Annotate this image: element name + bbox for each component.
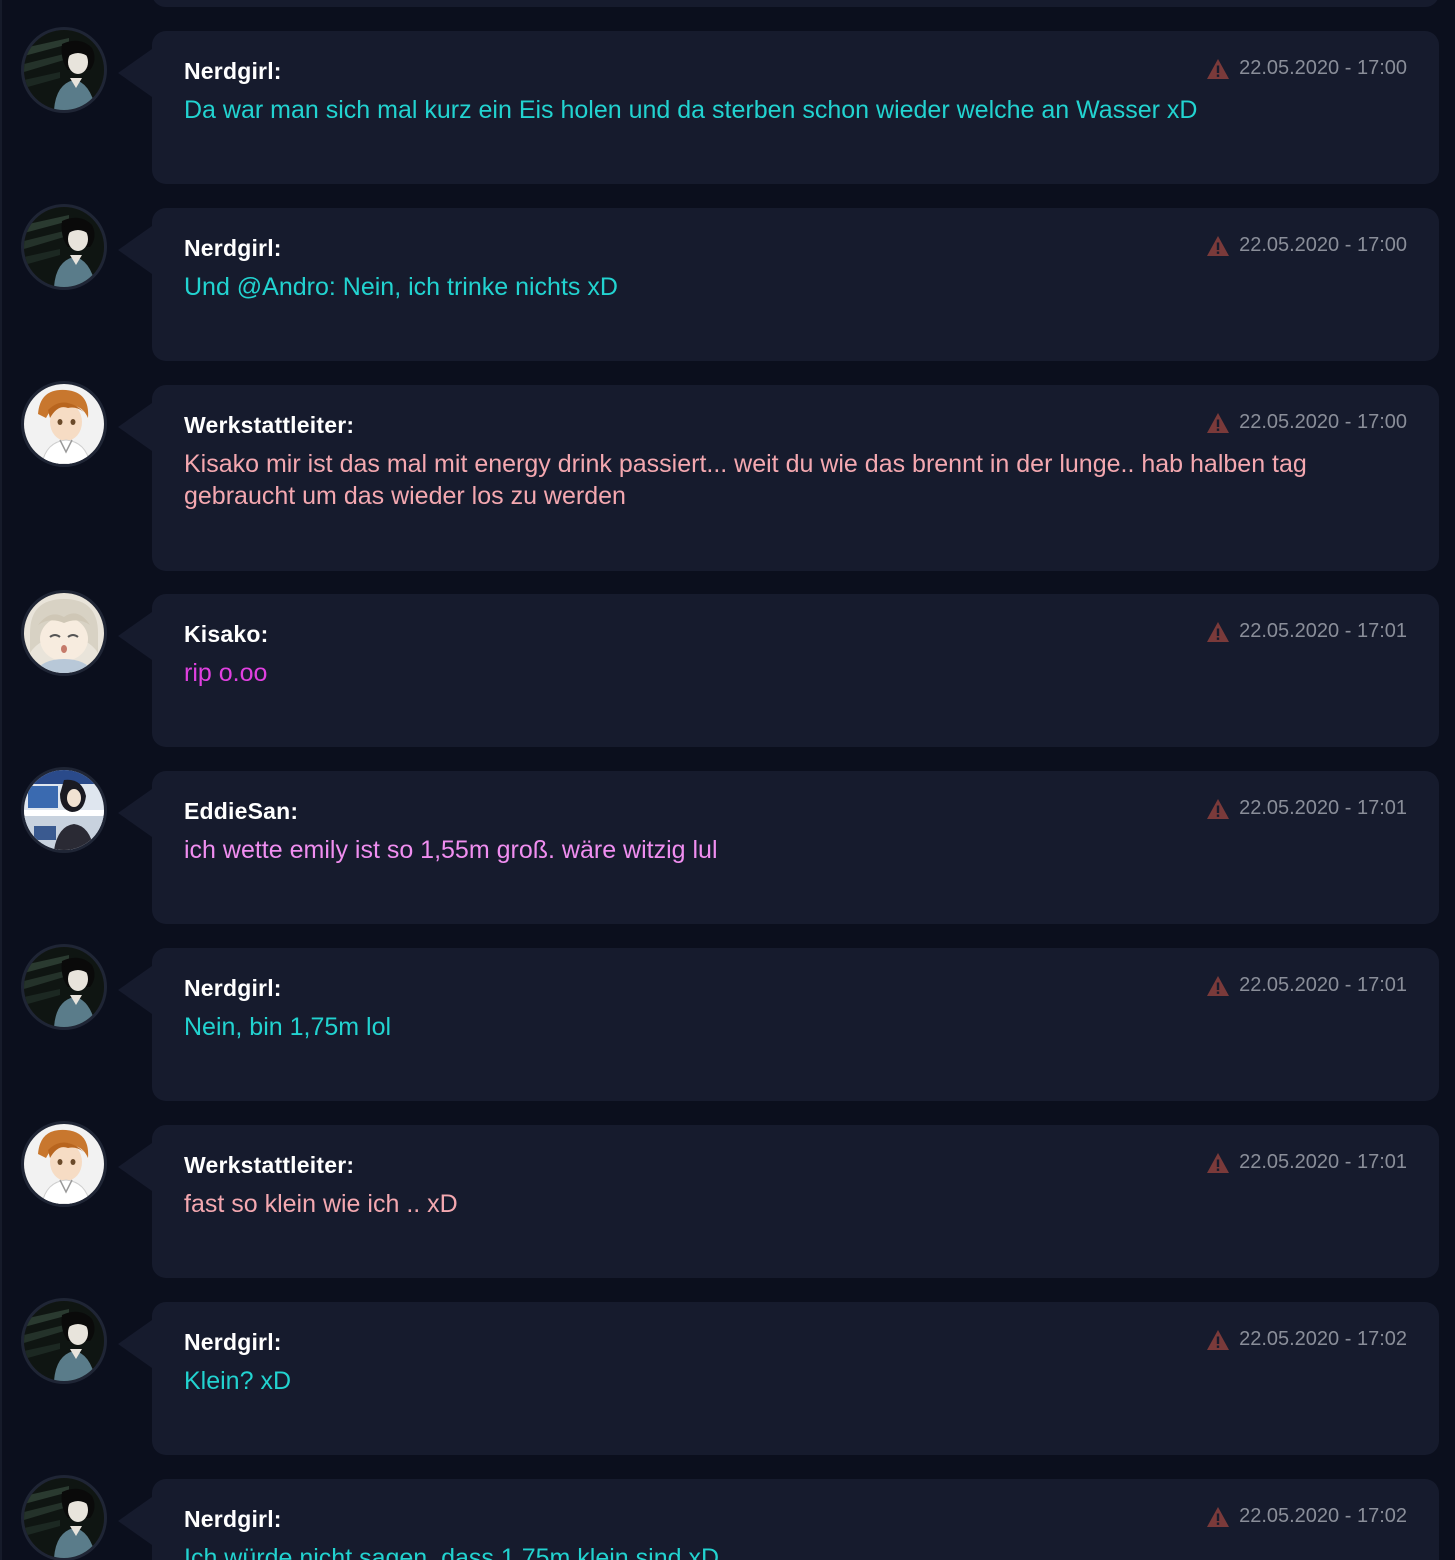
nerdgirl-avatar[interactable] [21,1298,107,1384]
message-timestamp: 22.05.2020 - 17:00 [1239,411,1407,433]
chat-message: Nerdgirl: 22.05.2020 - 17:00 Da war man … [2,27,1455,184]
message-timestamp: 22.05.2020 - 17:01 [1239,1151,1407,1173]
message-author[interactable]: Kisako: [184,621,268,648]
message-bubble: Nerdgirl: 22.05.2020 - 17:00 Da war man … [118,31,1439,184]
nerdgirl-avatar[interactable] [21,944,107,1030]
message-bubble: Nerdgirl: 22.05.2020 - 17:02 Klein? xD [118,1302,1439,1455]
message-text: Nein, bin 1,75m lol [184,1013,392,1041]
message-author[interactable]: Nerdgirl: [184,235,282,262]
report-warning-icon[interactable] [1206,1152,1230,1174]
message-timestamp: 22.05.2020 - 17:01 [1239,974,1407,996]
chat-message: Werkstattleiter: 22.05.2020 - 17:00 Kisa… [2,381,1455,571]
message-meta: 22.05.2020 - 17:01 [1206,620,1407,643]
message-bubble: Kisako: 22.05.2020 - 17:01 rip o.oo [118,594,1439,747]
message-meta: 22.05.2020 - 17:01 [1206,797,1407,820]
message-text: Kisako mir ist das mal mit energy drink … [184,450,1307,510]
message-text: ich wette emily ist so 1,55m groß. wäre … [184,836,718,864]
report-warning-icon[interactable] [1206,58,1230,80]
message-timestamp: 22.05.2020 - 17:02 [1239,1505,1407,1527]
message-meta: 22.05.2020 - 17:00 [1206,234,1407,257]
kisako-avatar[interactable] [21,590,107,676]
message-timestamp: 22.05.2020 - 17:00 [1239,234,1407,256]
werkstattleiter-avatar[interactable] [21,381,107,467]
message-text: Ich würde nicht sagen, dass 1,75m klein … [184,1544,719,1560]
message-text: Und @Andro: Nein, ich trinke nichts xD [184,273,618,301]
chat-message: Nerdgirl: 22.05.2020 - 17:00 Und @Andro:… [2,204,1455,361]
message-meta: 22.05.2020 - 17:02 [1206,1505,1407,1528]
chat-message: Nerdgirl: 22.05.2020 - 17:02 Klein? xD [2,1298,1455,1455]
message-timestamp: 22.05.2020 - 17:01 [1239,620,1407,642]
message-bubble: EddieSan: 22.05.2020 - 17:01 ich wette e… [118,771,1439,924]
message-text: Klein? xD [184,1367,291,1395]
message-timestamp: 22.05.2020 - 17:01 [1239,797,1407,819]
report-warning-icon[interactable] [1206,1329,1230,1351]
message-text: fast so klein wie ich .. xD [184,1190,458,1218]
message-bubble: Nerdgirl: 22.05.2020 - 17:01 Nein, bin 1… [118,948,1439,1101]
nerdgirl-avatar[interactable] [21,27,107,113]
message-bubble: Werkstattleiter: 22.05.2020 - 17:01 fast… [118,1125,1439,1278]
report-warning-icon[interactable] [1206,975,1230,997]
message-timestamp: 22.05.2020 - 17:00 [1239,57,1407,79]
message-author[interactable]: Nerdgirl: [184,975,282,1002]
message-text: Da war man sich mal kurz ein Eis holen u… [184,96,1198,124]
chat-message: Nerdgirl: 22.05.2020 - 17:01 Nein, bin 1… [2,944,1455,1101]
message-author[interactable]: Nerdgirl: [184,1329,282,1356]
message-author[interactable]: Nerdgirl: [184,58,282,85]
report-warning-icon[interactable] [1206,412,1230,434]
chat-message: Nerdgirl: 22.05.2020 - 17:02 Ich würde n… [2,1475,1455,1560]
message-text: rip o.oo [184,659,268,687]
message-meta: 22.05.2020 - 17:02 [1206,1328,1407,1351]
chat-message: Werkstattleiter: 22.05.2020 - 17:01 fast… [2,1121,1455,1278]
chat-page: Nerdgirl: 22.05.2020 - 17:00 Da war man … [0,0,1455,1560]
message-meta: 22.05.2020 - 17:01 [1206,1151,1407,1174]
message-meta: 22.05.2020 - 17:00 [1206,57,1407,80]
nerdgirl-avatar[interactable] [21,204,107,290]
report-warning-icon[interactable] [1206,235,1230,257]
message-author[interactable]: Werkstattleiter: [184,412,354,439]
nerdgirl-avatar[interactable] [21,1475,107,1560]
previous-message-bubble [152,0,1439,7]
message-author[interactable]: Werkstattleiter: [184,1152,354,1179]
chat-message: EddieSan: 22.05.2020 - 17:01 ich wette e… [2,767,1455,924]
eddiesan-avatar[interactable] [21,767,107,853]
message-meta: 22.05.2020 - 17:01 [1206,974,1407,997]
message-timestamp: 22.05.2020 - 17:02 [1239,1328,1407,1350]
message-bubble: Werkstattleiter: 22.05.2020 - 17:00 Kisa… [118,385,1439,571]
report-warning-icon[interactable] [1206,1506,1230,1528]
message-bubble: Nerdgirl: 22.05.2020 - 17:02 Ich würde n… [118,1479,1439,1560]
werkstattleiter-avatar[interactable] [21,1121,107,1207]
message-author[interactable]: Nerdgirl: [184,1506,282,1533]
report-warning-icon[interactable] [1206,798,1230,820]
report-warning-icon[interactable] [1206,621,1230,643]
message-author[interactable]: EddieSan: [184,798,298,825]
message-bubble: Nerdgirl: 22.05.2020 - 17:00 Und @Andro:… [118,208,1439,361]
chat-message: Kisako: 22.05.2020 - 17:01 rip o.oo [2,590,1455,747]
message-meta: 22.05.2020 - 17:00 [1206,411,1407,434]
